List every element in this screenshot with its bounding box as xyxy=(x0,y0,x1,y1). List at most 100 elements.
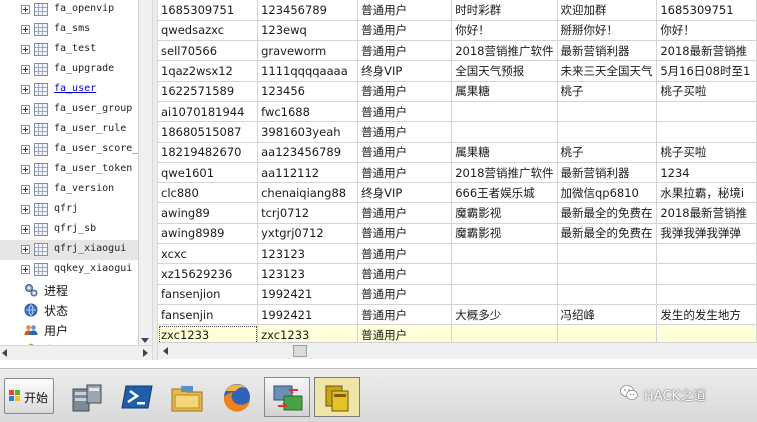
table-row[interactable]: sell70566 graveworm 普通用户 2018营销推广软件 最新营销利器 20… xyxy=(158,40,757,62)
table-cell[interactable]: chenaiqiang88 xyxy=(257,182,359,204)
table-row[interactable]: 1622571589 123456 普通用户 属果糖 桃子 桃子买啦 xyxy=(158,81,757,102)
expand-plus-icon[interactable] xyxy=(21,125,30,134)
table-cell[interactable]: 我弹我弹我弹弹 xyxy=(656,223,757,245)
table-cell[interactable]: 普通用户 xyxy=(357,284,453,305)
table-cell[interactable]: 冯绍峰 xyxy=(557,304,658,326)
table-cell[interactable]: 普通用户 xyxy=(357,101,453,123)
table-cell[interactable]: 最新最全的免费在 xyxy=(557,202,658,224)
table-row[interactable]: awing89 tcrj0712 普通用户 魔霸影视 最新最全的免费在 2018最新营销推 xyxy=(158,202,757,224)
tree-item-table[interactable]: fa_user_score_ xyxy=(0,140,138,160)
table-cell[interactable]: 123456 xyxy=(257,81,359,102)
table-cell[interactable]: awing8989 xyxy=(158,223,259,245)
table-cell[interactable]: 你好！ xyxy=(451,20,558,42)
table-cell[interactable]: tcrj0712 xyxy=(257,202,359,224)
table-cell[interactable]: 1111qqqqaaaa xyxy=(257,60,359,82)
table-cell[interactable]: 大概多少 xyxy=(451,304,558,326)
table-row[interactable]: fansenjin 1992421 普通用户 大概多少 冯绍峰 发生的发生地方 xyxy=(158,304,757,326)
tree-section-status[interactable]: 状态 xyxy=(0,300,138,320)
table-cell[interactable]: 普通用户 xyxy=(357,20,453,42)
scroll-down-icon[interactable] xyxy=(141,338,149,343)
table-cell[interactable] xyxy=(557,324,658,342)
table-cell[interactable]: zxc1233 xyxy=(158,324,259,342)
table-cell[interactable] xyxy=(656,284,757,305)
expand-plus-icon[interactable] xyxy=(21,225,30,234)
table-cell[interactable]: 终身VIP xyxy=(357,60,453,82)
table-row[interactable]: qwe1601 aa112112 普通用户 2018营销推广软件 最新营销利器 1234 xyxy=(158,162,757,184)
table-cell[interactable]: 桃子 xyxy=(557,142,658,163)
taskbar-app-button[interactable] xyxy=(314,377,360,417)
table-cell[interactable]: zxc1233 xyxy=(257,324,359,342)
tree-vertical-scrollbar[interactable] xyxy=(138,0,152,345)
table-cell[interactable]: fwc1688 xyxy=(257,101,359,123)
table-cell[interactable]: 全国天气预报 xyxy=(451,60,558,82)
expand-plus-icon[interactable] xyxy=(21,185,30,194)
table-cell[interactable]: 属果糖 xyxy=(451,142,558,163)
table-cell[interactable]: fansenjin xyxy=(158,304,259,326)
scroll-left-icon[interactable] xyxy=(158,343,175,359)
tree-item-table[interactable]: fa_version xyxy=(0,180,138,200)
table-row[interactable]: 1qaz2wsx12 1111qqqqaaaa 终身VIP 全国天气预报 未来三天全国天… xyxy=(158,60,757,82)
table-cell[interactable]: 1685309751 xyxy=(656,0,757,21)
table-cell[interactable]: 普通用户 xyxy=(357,142,453,163)
table-cell[interactable]: 普通用户 xyxy=(357,121,453,143)
table-row[interactable]: clc880 chenaiqiang88 终身VIP 666王者娱乐城 加微信qp681… xyxy=(158,182,757,204)
grid-horizontal-scrollbar[interactable] xyxy=(158,342,757,359)
table-cell[interactable]: 最新最全的免费在 xyxy=(557,223,658,245)
table-cell[interactable]: 最新营销利器 xyxy=(557,40,658,62)
database-tree[interactable]: fa_openvip fa_sms fa_test fa_upgrade fa_user… xyxy=(0,0,138,345)
scrollbar-thumb[interactable] xyxy=(293,345,307,357)
table-cell[interactable]: 你好！ xyxy=(656,20,757,42)
start-button[interactable]: 开始 xyxy=(4,378,54,414)
tree-section-users[interactable]: 用户 xyxy=(0,320,138,340)
table-cell[interactable]: 掰掰你好！ xyxy=(557,20,658,42)
tree-item-table[interactable]: fa_openvip xyxy=(0,0,138,20)
table-row[interactable]: 18680515087 3981603yeah 普通用户 xyxy=(158,121,757,143)
table-cell[interactable]: 发生的发生地方 xyxy=(656,304,757,326)
tree-horizontal-scrollbar[interactable] xyxy=(0,345,152,360)
table-cell[interactable]: 1qaz2wsx12 xyxy=(158,60,259,82)
taskbar-app-button[interactable] xyxy=(164,377,210,417)
expand-plus-icon[interactable] xyxy=(21,145,30,154)
table-cell[interactable]: qwe1601 xyxy=(158,162,259,184)
expand-plus-icon[interactable] xyxy=(21,105,30,114)
table-cell[interactable]: 普通用户 xyxy=(357,324,453,342)
expand-plus-icon[interactable] xyxy=(21,205,30,214)
table-row[interactable]: fansenjion 1992421 普通用户 xyxy=(158,284,757,305)
table-cell[interactable]: 桃子 xyxy=(557,81,658,102)
table-cell[interactable]: xcxc xyxy=(158,243,259,265)
table-cell[interactable] xyxy=(451,324,558,342)
table-cell[interactable] xyxy=(656,121,757,143)
table-cell[interactable]: 1685309751 xyxy=(158,0,259,21)
table-row[interactable]: awing8989 yxtgrj0712 普通用户 魔霸影视 最新最全的免费在 我弹我弹我… xyxy=(158,223,757,245)
table-cell[interactable]: 2018最新营销推 xyxy=(656,40,757,62)
tree-item-table[interactable]: fa_user_rule xyxy=(0,120,138,140)
table-cell[interactable]: 桃子买啦 xyxy=(656,142,757,163)
tree-item-table[interactable]: fa_user_token xyxy=(0,160,138,180)
table-cell[interactable]: 普通用户 xyxy=(357,263,453,285)
tree-item-table[interactable]: qfrj_xiaogui xyxy=(0,240,138,260)
table-cell[interactable]: 普通用户 xyxy=(357,243,453,265)
table-cell[interactable]: 123123 xyxy=(257,263,359,285)
expand-plus-icon[interactable] xyxy=(21,65,30,74)
table-cell[interactable]: xz15629236 xyxy=(158,263,259,285)
table-row[interactable]: xz15629236 123123 普通用户 xyxy=(158,263,757,285)
table-cell[interactable]: aa112112 xyxy=(257,162,359,184)
table-cell[interactable]: clc880 xyxy=(158,182,259,204)
table-cell[interactable] xyxy=(451,121,558,143)
table-row[interactable]: zxc1233 zxc1233 普通用户 xyxy=(158,324,757,342)
table-cell[interactable]: graveworm xyxy=(257,40,359,62)
table-cell[interactable]: 时时彩群 xyxy=(451,0,558,21)
table-cell[interactable]: 普通用户 xyxy=(357,162,453,184)
table-cell[interactable]: qwedsazxc xyxy=(158,20,259,42)
table-cell[interactable]: 魔霸影视 xyxy=(451,223,558,245)
taskbar-app-button[interactable] xyxy=(264,377,310,417)
table-cell[interactable] xyxy=(557,263,658,285)
table-cell[interactable]: 加微信qp6810 xyxy=(557,182,658,204)
tree-item-table[interactable]: fa_user xyxy=(0,80,138,100)
table-cell[interactable]: 666王者娱乐城 xyxy=(451,182,558,204)
table-cell[interactable] xyxy=(656,324,757,342)
table-cell[interactable]: 123123 xyxy=(257,243,359,265)
table-cell[interactable]: 桃子买啦 xyxy=(656,81,757,102)
table-cell[interactable]: 魔霸影视 xyxy=(451,202,558,224)
table-cell[interactable]: 普通用户 xyxy=(357,304,453,326)
